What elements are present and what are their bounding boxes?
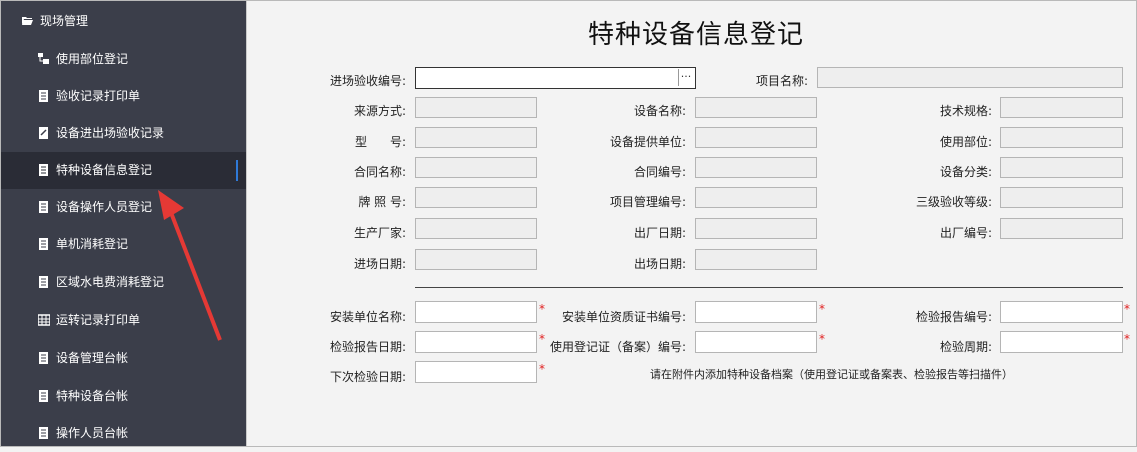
mfg-date-input[interactable] [695, 218, 817, 239]
device-name-input[interactable] [695, 97, 817, 118]
sidebar-item-operator-ledger[interactable]: 操作人员台帐 [0, 415, 246, 452]
manufacturer-input[interactable] [415, 218, 537, 239]
label-reg-cert: 使用登记证（备案）编号: [549, 340, 686, 354]
label-plate-no: 牌 照 号: [358, 195, 406, 209]
label-use-dept: 使用部位: [939, 135, 992, 149]
sidebar-item-special-equipment-ledger[interactable]: 特种设备台帐 [0, 378, 246, 415]
lookup-button[interactable]: ··· [678, 69, 693, 86]
table-icon [38, 314, 50, 326]
page-title: 特种设备信息登记 [587, 20, 804, 50]
report-date-input[interactable] [415, 331, 537, 353]
report-no-input[interactable] [1000, 301, 1123, 323]
sitemap-icon [38, 53, 49, 64]
section-divider [415, 287, 1123, 288]
entry-no-input[interactable]: ··· [415, 67, 696, 89]
label-install-unit: 安装单位名称: [329, 310, 406, 324]
contract-name-input[interactable] [415, 157, 537, 178]
label-report-date: 检验报告日期: [329, 340, 406, 354]
install-cert-input[interactable] [695, 301, 817, 323]
attachment-note: 请在附件内添加特种设备档案（使用登记证或备案表、检验报告等扫描件） [650, 368, 1013, 381]
document-icon [39, 201, 48, 213]
document-icon [39, 352, 48, 364]
label-install-cert: 安装单位资质证书编号: [561, 310, 686, 324]
sidebar-item-acceptance-print[interactable]: 验收记录打印单 [0, 78, 246, 115]
required-mark: * [819, 302, 825, 316]
supplier-input[interactable] [695, 127, 817, 148]
required-mark: * [1124, 302, 1130, 316]
label-next-inspect: 下次检验日期: [329, 370, 406, 384]
sidebar-item-usage-location[interactable]: 使用部位登记 [0, 41, 246, 78]
label-report-no: 检验报告编号: [915, 310, 992, 324]
sidebar-item-equipment-in-out[interactable]: 设备进出场验收记录 [0, 115, 246, 152]
label-manufacturer: 生产厂家: [353, 226, 406, 240]
folder-open-icon [22, 17, 33, 25]
category-input[interactable] [1000, 157, 1123, 178]
inspect-cycle-input[interactable] [1000, 331, 1123, 353]
document-icon [39, 90, 48, 102]
sidebar-item-label: 特种设备信息登记 [56, 163, 153, 177]
sidebar-item-label: 验收记录打印单 [56, 89, 141, 103]
sidebar-item-label: 特种设备台帐 [56, 389, 129, 403]
entry-date-input[interactable] [415, 249, 537, 270]
label-entry-date: 进场日期: [353, 257, 406, 271]
label-category: 设备分类: [939, 165, 992, 179]
sidebar-item-label: 区域水电费消耗登记 [56, 275, 165, 289]
label-mfg-date: 出厂日期: [633, 226, 686, 240]
label-source: 来源方式: [353, 104, 406, 118]
next-inspect-input[interactable] [415, 361, 537, 383]
active-indicator [236, 160, 238, 181]
required-mark: * [819, 332, 825, 346]
required-mark: * [539, 302, 545, 316]
label-supplier: 设备提供单位: [609, 135, 686, 149]
reg-cert-input[interactable] [695, 331, 817, 353]
document-icon [39, 276, 48, 288]
label-inspect-cycle: 检验周期: [939, 340, 992, 354]
label-device-name: 设备名称: [633, 104, 686, 118]
install-unit-input[interactable] [415, 301, 537, 323]
label-project-name: 项目名称: [755, 74, 808, 88]
document-icon [39, 164, 48, 176]
sidebar-item-label: 使用部位登记 [56, 52, 129, 66]
spec-input[interactable] [1000, 97, 1123, 118]
label-mfg-no: 出厂编号: [939, 226, 992, 240]
contract-no-input[interactable] [695, 157, 817, 178]
edit-document-icon [39, 127, 48, 139]
sidebar-group-header[interactable]: 现场管理 [0, 4, 246, 38]
document-icon [39, 390, 48, 402]
required-mark: * [539, 362, 545, 376]
model-input[interactable] [415, 127, 537, 148]
use-dept-input[interactable] [1000, 127, 1123, 148]
annotation-arrow [158, 190, 222, 341]
label-exit-date: 出场日期: [633, 257, 686, 271]
project-name-input[interactable] [817, 67, 1123, 88]
mfg-no-input[interactable] [1000, 218, 1123, 239]
sidebar-item-label: 设备操作人员登记 [56, 200, 153, 214]
sidebar-item-label: 操作人员台帐 [56, 426, 129, 440]
pm-no-input[interactable] [695, 187, 817, 208]
sidebar-item-label: 设备进出场验收记录 [56, 126, 165, 140]
source-input[interactable] [415, 97, 537, 118]
label-contract-no: 合同编号: [633, 165, 686, 179]
level3-input[interactable] [1000, 187, 1123, 208]
label-level3: 三级验收等级: [915, 195, 992, 209]
label-contract-name: 合同名称: [353, 165, 406, 179]
document-icon [39, 238, 48, 250]
label-model-b: 号: [390, 135, 407, 149]
plate-no-input[interactable] [415, 187, 537, 208]
label-spec: 技术规格: [939, 104, 992, 118]
exit-date-input[interactable] [695, 249, 817, 270]
document-icon [39, 427, 48, 439]
sidebar-item-label: 设备管理台帐 [56, 351, 129, 365]
label-pm-no: 项目管理编号: [609, 195, 686, 209]
label-model-a: 型 [355, 135, 368, 149]
sidebar-item-label: 单机消耗登记 [56, 237, 129, 251]
required-mark: * [1124, 332, 1130, 346]
sidebar-item-label: 运转记录打印单 [56, 313, 141, 327]
sidebar-group-label: 现场管理 [40, 14, 89, 28]
label-entry-no: 进场验收编号: [329, 74, 406, 88]
